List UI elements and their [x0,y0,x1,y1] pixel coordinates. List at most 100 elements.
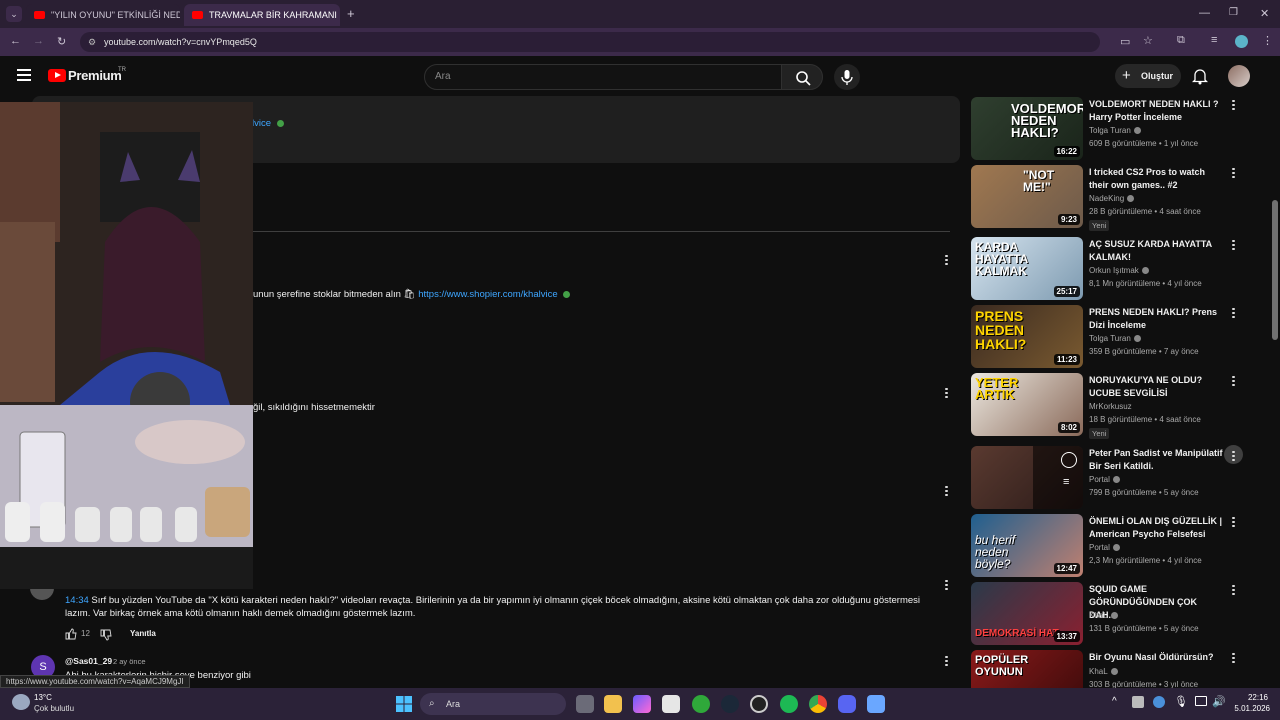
video-menu-icon[interactable] [1232,306,1236,320]
task-view-icon[interactable] [576,695,594,713]
steam-icon[interactable] [721,695,739,713]
video-menu-icon[interactable] [1232,583,1236,597]
weather-temperature[interactable]: 13°C [34,693,52,702]
chrome-icon[interactable] [809,695,827,713]
tray-app-icon[interactable] [1153,696,1165,708]
video-title[interactable]: NORUYAKU'YA NE OLDU? UCUBE SEVGİLİSİ [1089,374,1225,400]
tray-app-icon[interactable] [1132,696,1144,708]
video-title[interactable]: Bir Oyunu Nasıl Öldürürsün? [1089,651,1225,664]
video-title[interactable]: Peter Pan Sadist ve Manipülatif Bir Seri… [1089,447,1225,473]
comment-menu-icon[interactable] [945,253,949,267]
video-menu-icon[interactable] [1232,651,1236,665]
app-icon[interactable] [867,695,885,713]
extensions-icon[interactable]: ⧉ [1177,34,1185,47]
video-title[interactable]: I tricked CS2 Pros to watch their own ga… [1089,166,1225,192]
comment-time[interactable]: 2 ay önce [113,657,146,666]
video-thumbnail[interactable]: YETER ARTIK 8:02 [971,373,1083,436]
volume-icon[interactable]: 🔊 [1212,695,1226,708]
hamburger-menu-icon[interactable] [17,69,31,81]
video-title[interactable]: VOLDEMORT NEDEN HAKLI ? Harry Potter İnc… [1089,98,1225,124]
channel-name[interactable]: Portal [1089,475,1120,484]
comment-menu-icon[interactable] [945,484,949,498]
video-thumbnail[interactable]: DEMOKRASİ HAT 13:37 [971,582,1083,645]
channel-name[interactable]: Tolga Turan [1089,334,1141,343]
like-button[interactable] [65,627,77,645]
reload-icon[interactable]: ↻ [57,35,66,48]
recommended-video[interactable]: DEMOKRASİ HAT 13:37 SQUID GAME GÖRÜNDÜĞÜ… [971,582,1271,648]
account-avatar[interactable] [1228,65,1250,87]
recommended-video[interactable]: YETER ARTIK 8:02 NORUYAKU'YA NE OLDU? UC… [971,373,1271,439]
recommended-video[interactable]: PRENS NEDEN HAKLI? 11:23 PRENS NEDEN HAK… [971,305,1271,371]
video-menu-icon[interactable] [1232,238,1236,252]
spotify-icon[interactable] [780,695,798,713]
channel-name[interactable]: KhaL [1089,667,1118,676]
clock-date[interactable]: 5.01.2026 [1228,704,1270,713]
recommended-video[interactable]: "NOT ME!" 9:23 I tricked CS2 Pros to wat… [971,165,1271,231]
channel-name[interactable]: NadeKing [1089,194,1135,203]
minimize-icon[interactable]: — [1199,7,1210,19]
add-to-queue-icon[interactable]: ≡ [1063,476,1069,488]
recommended-video[interactable]: ≡ Peter Pan Sadist ve Manipülatif Bir Se… [971,445,1271,512]
comment-menu-icon[interactable] [945,386,949,400]
monitor-icon[interactable] [1195,696,1207,706]
microphone-icon[interactable]: 🎙 [1174,695,1188,708]
back-icon[interactable]: ← [10,35,21,47]
recommended-video[interactable]: VOLDEMORT NEDEN HAKLI? 16:22 VOLDEMORT N… [971,97,1271,163]
search-input[interactable]: Ara [424,64,782,90]
pinned-link[interactable]: lvice [252,118,284,129]
recommended-video[interactable]: POPÜLER OYUNUN Bir Oyunu Nasıl Öldürürsü… [971,650,1271,688]
video-thumbnail[interactable]: VOLDEMORT NEDEN HAKLI? 16:22 [971,97,1083,160]
video-menu-icon[interactable] [1232,515,1236,529]
video-title[interactable]: PRENS NEDEN HAKLI? Prens Dizi İnceleme [1089,306,1225,332]
youtube-logo-icon[interactable] [48,69,66,82]
video-thumbnail[interactable]: bu herif neden böyle? 12:47 [971,514,1083,577]
address-bar[interactable]: ⚙ youtube.com/watch?v=cnvYPmqed5Q [80,32,1100,52]
tab-travmalar[interactable]: TRAVMALAR BİR KAHRAMANI ... ✕ [184,4,340,26]
weather-description[interactable]: Çok bulutlu [34,704,74,713]
comment-menu-icon[interactable] [945,654,949,668]
video-menu-icon[interactable] [1232,98,1236,112]
video-thumbnail[interactable]: PRENS NEDEN HAKLI? 11:23 [971,305,1083,368]
video-menu-icon[interactable] [1232,166,1236,180]
menu-icon[interactable]: ⋮ [1262,34,1273,47]
dislike-button[interactable] [100,628,112,646]
channel-name[interactable]: KhaL [1089,611,1118,620]
create-button[interactable]: + Oluştur [1115,64,1181,88]
channel-name[interactable]: MrKorkusuz [1089,402,1132,411]
channel-name[interactable]: Portal [1089,543,1120,552]
video-menu-icon[interactable] [1232,449,1236,463]
youtube-logo-text[interactable]: Premium [68,68,122,83]
video-thumbnail[interactable]: "NOT ME!" 9:23 [971,165,1083,228]
tab-yilin-oyunu[interactable]: "YILIN OYUNU" ETKİNLİĞİ NED... ✕ [26,4,180,26]
recommended-video[interactable]: KARDA HAYATTA KALMAK 25:17 AÇ SUSUZ KARD… [971,237,1271,303]
timestamp-link[interactable]: 14:34 [65,595,89,606]
start-button[interactable] [396,696,412,712]
cast-icon[interactable]: ▭ [1120,35,1130,48]
channel-name[interactable]: Orkun Işıtmak [1089,266,1149,275]
video-thumbnail[interactable]: POPÜLER OYUNUN [971,650,1083,688]
reading-list-icon[interactable]: ≡ [1211,34,1217,46]
weather-icon[interactable] [12,694,30,710]
obs-icon[interactable] [750,695,768,713]
video-thumbnail[interactable]: KARDA HAYATTA KALMAK 25:17 [971,237,1083,300]
forward-icon[interactable]: → [33,35,44,47]
window-close-icon[interactable]: ✕ [1260,7,1269,20]
voice-search-button[interactable] [834,64,860,90]
watch-later-icon[interactable] [1061,452,1077,468]
search-button[interactable] [781,64,823,90]
profile-avatar[interactable] [1235,35,1248,48]
reply-button[interactable]: Yanıtla [130,629,156,638]
copilot-icon[interactable] [633,695,651,713]
page-scrollbar[interactable] [1272,200,1278,340]
discord-icon[interactable] [838,695,856,713]
video-title[interactable]: ÖNEMLİ OLAN DIŞ GÜZELLİK | American Psyc… [1089,515,1225,541]
store-icon[interactable] [662,695,680,713]
comment-menu-icon[interactable] [945,578,949,592]
new-tab-icon[interactable]: + [347,6,355,21]
avatar[interactable] [30,588,54,600]
site-info-icon[interactable]: ⚙ [88,32,96,52]
xbox-icon[interactable] [692,695,710,713]
video-thumbnail[interactable]: ≡ [971,446,1083,509]
tab-list-icon[interactable]: ⌄ [6,6,22,22]
channel-name[interactable]: Tolga Turan [1089,126,1141,135]
